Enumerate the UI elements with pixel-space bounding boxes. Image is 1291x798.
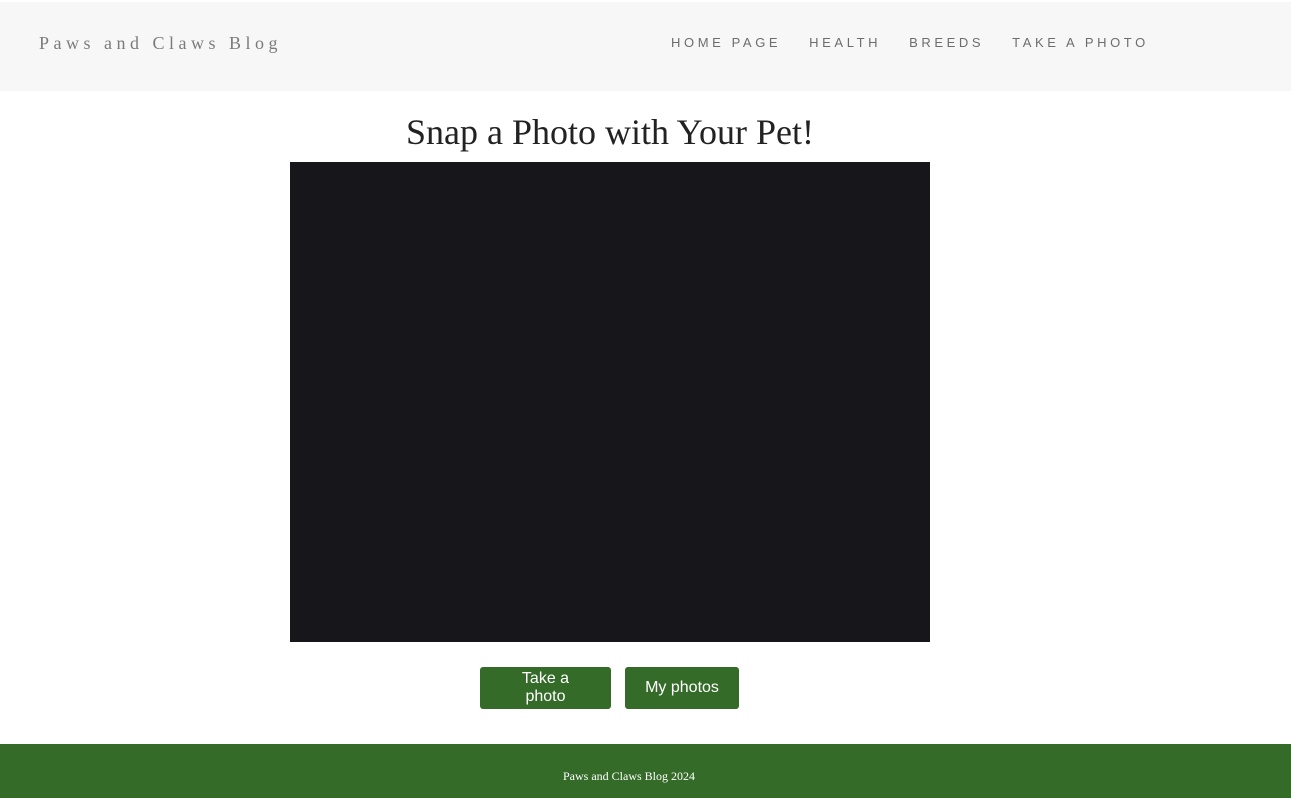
take-photo-button[interactable]: Take a photo: [480, 667, 611, 709]
site-brand[interactable]: Paws and Claws Blog: [39, 32, 282, 54]
nav-link-home-page[interactable]: HOME PAGE: [671, 35, 781, 51]
photo-actions: Take a photo My photos: [480, 667, 739, 709]
nav-link-take-a-photo[interactable]: TAKE A PHOTO: [1012, 35, 1149, 51]
camera-preview: [290, 162, 930, 642]
my-photos-button[interactable]: My photos: [625, 667, 739, 709]
main-nav: HOME PAGE HEALTH BREEDS TAKE A PHOTO: [671, 35, 1149, 51]
footer-text: Paws and Claws Blog 2024: [563, 769, 695, 783]
page-title: Snap a Photo with Your Pet!: [405, 112, 815, 152]
site-footer: Paws and Claws Blog 2024: [0, 744, 1291, 798]
nav-link-breeds[interactable]: BREEDS: [909, 35, 984, 51]
nav-link-health[interactable]: HEALTH: [809, 35, 881, 51]
site-header: Paws and Claws Blog HOME PAGE HEALTH BRE…: [0, 2, 1291, 91]
